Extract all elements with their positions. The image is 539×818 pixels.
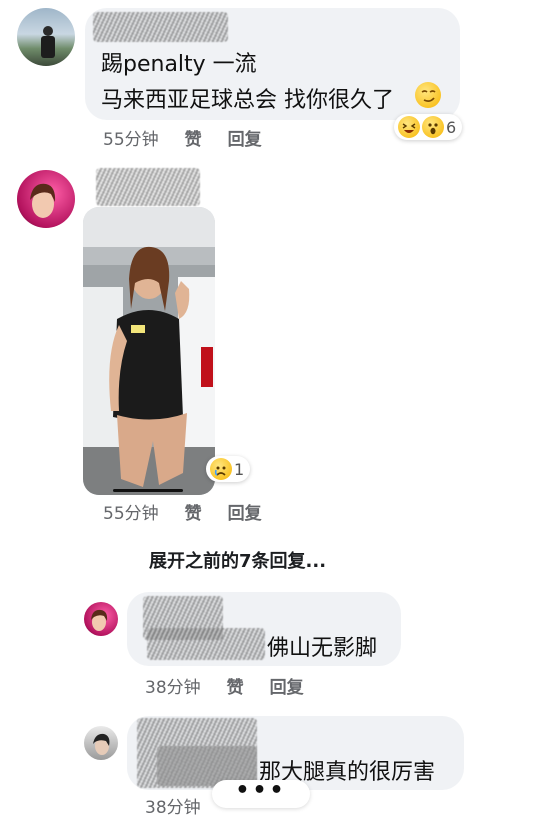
redacted-username <box>93 12 228 42</box>
commenter-avatar[interactable] <box>17 170 75 228</box>
reaction-summary[interactable]: 1 <box>206 456 251 482</box>
comment-actions: 55分钟 赞 回复 <box>103 499 262 524</box>
laughing-emoji-icon <box>398 116 420 138</box>
reaction-summary[interactable]: 6 <box>394 114 463 140</box>
comment-photo[interactable] <box>83 207 215 495</box>
view-previous-replies-link[interactable]: 展开之前的7条回复... <box>149 547 326 573</box>
reply-time: 38分钟 <box>145 798 201 818</box>
comment-time: 55分钟 <box>103 130 159 150</box>
reply-button[interactable]: 回复 <box>228 125 262 150</box>
reply-actions: 38分钟 <box>145 793 201 818</box>
reply-button[interactable]: 回复 <box>270 673 304 698</box>
reaction-count: 6 <box>446 117 457 137</box>
reply-time: 38分钟 <box>145 678 201 698</box>
person-face-icon <box>93 733 110 755</box>
redacted-mention <box>147 628 265 660</box>
typing-dots: ••• <box>235 778 287 803</box>
comment-bubble: 踢penalty 一流 马来西亚足球总会 找你很久了 <box>85 8 460 120</box>
comment-text-line2: 马来西亚足球总会 找你很久了 <box>101 88 394 113</box>
reaction-count: 1 <box>234 459 245 479</box>
comment-time: 55分钟 <box>103 504 159 524</box>
redacted-username <box>96 168 200 206</box>
reply-avatar[interactable] <box>84 602 118 636</box>
like-button[interactable]: 赞 <box>185 499 202 524</box>
person-silhouette-icon <box>41 26 55 58</box>
reply-text: 佛山无影脚 <box>267 636 378 661</box>
reply-bubble: 佛山无影脚 <box>127 592 401 666</box>
like-button[interactable]: 赞 <box>227 673 244 698</box>
reply-button[interactable]: 回复 <box>228 499 262 524</box>
like-button[interactable]: 赞 <box>185 125 202 150</box>
reply-actions: 38分钟 赞 回复 <box>145 673 304 698</box>
sad-emoji-icon <box>210 458 232 480</box>
photo-woman-by-car <box>83 207 215 495</box>
person-face-icon <box>30 183 56 218</box>
comment-actions: 55分钟 赞 回复 <box>103 125 262 150</box>
smirk-emoji-icon <box>415 82 441 108</box>
reply-avatar[interactable] <box>84 726 118 760</box>
comment-text-line1: 踢penalty 一流 <box>101 52 257 77</box>
commenter-avatar[interactable] <box>17 8 75 66</box>
typing-indicator: ••• <box>212 780 310 808</box>
reply-bubble: 那大腿真的很厉害 <box>127 716 464 790</box>
person-face-icon <box>91 609 108 631</box>
wow-emoji-icon <box>422 116 444 138</box>
